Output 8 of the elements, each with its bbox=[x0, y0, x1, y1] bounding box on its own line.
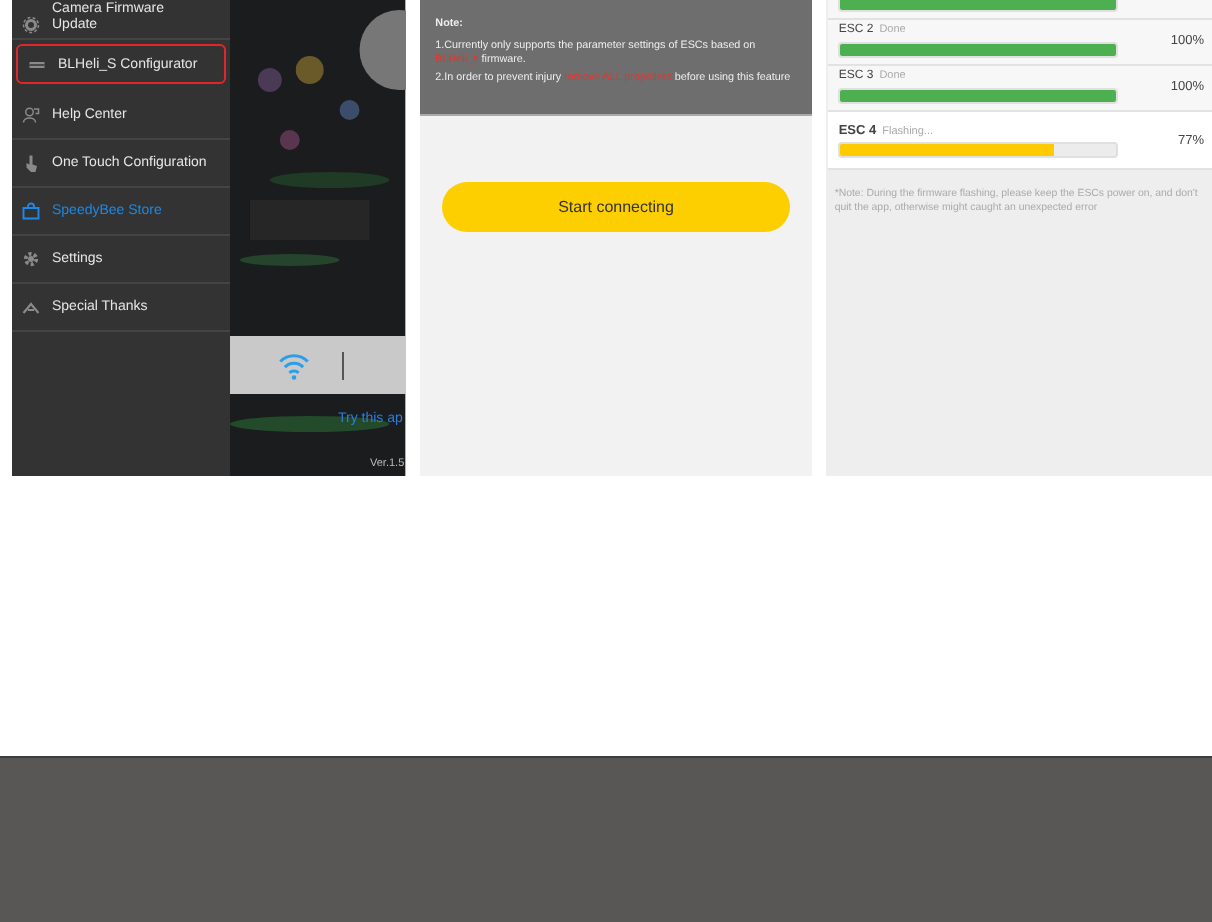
bag-icon bbox=[22, 202, 40, 220]
start-button[interactable]: Start connecting bbox=[441, 182, 791, 232]
wing-icon bbox=[22, 298, 40, 316]
hand-icon bbox=[22, 154, 40, 172]
settings-icon bbox=[22, 250, 40, 268]
wifi-icon[interactable] bbox=[278, 351, 310, 379]
gear-icon bbox=[22, 16, 40, 34]
person-icon bbox=[22, 106, 40, 124]
